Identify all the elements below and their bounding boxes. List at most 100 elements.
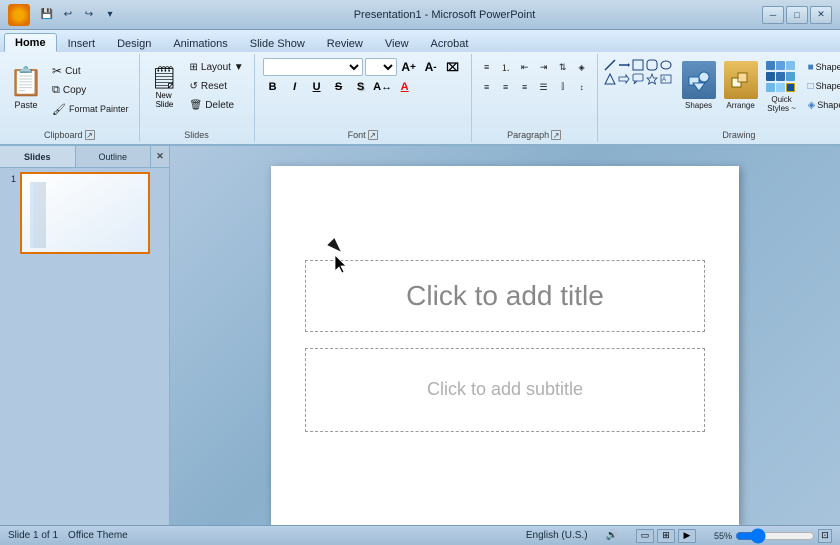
redo-button[interactable]: ↪ — [80, 6, 98, 24]
zoom-slider[interactable] — [735, 531, 815, 541]
clipboard-label: Clipboard — [44, 130, 83, 140]
line-shape[interactable] — [604, 59, 616, 71]
slides-tab[interactable]: Slides — [0, 146, 76, 167]
ribbon: 📋 Paste ✂Cut ⧉Copy 🖌Format Painter Clipb… — [0, 52, 840, 146]
font-dialog-launcher[interactable]: ↗ — [368, 130, 378, 140]
tab-animations[interactable]: Animations — [162, 34, 238, 52]
shape-effects-button[interactable]: ◈ Shape Eff... ▾ — [804, 96, 840, 114]
quick-access-dropdown[interactable]: ▾ — [101, 6, 119, 24]
font-family-select[interactable] — [263, 58, 363, 76]
new-slide-button[interactable]: 🗒 NewSlide — [146, 62, 184, 110]
slides-label: Slides — [184, 130, 209, 140]
slide-panel: Slides Outline ✕ 1 — [0, 146, 170, 545]
shapes-label: Shapes — [685, 101, 712, 110]
canvas-area: Click to add title Click to add subtitle — [170, 146, 840, 545]
line-spacing-button[interactable]: ↕ — [573, 78, 591, 96]
paste-button[interactable]: 📋 Paste — [6, 58, 46, 116]
convert-smartart-button[interactable]: ◈ — [573, 58, 591, 76]
tab-view[interactable]: View — [374, 34, 420, 52]
undo-button[interactable]: ↩ — [59, 6, 77, 24]
format-painter-button[interactable]: 🖌Format Painter — [48, 100, 133, 118]
font-color-button[interactable]: A — [395, 78, 415, 96]
rounded-rect-shape[interactable] — [646, 59, 658, 71]
window-controls: ─ □ ✕ — [762, 6, 832, 24]
text-direction-button[interactable]: ⇅ — [554, 58, 572, 76]
arrange-button[interactable]: Arrange — [722, 58, 760, 113]
increase-font-size-button[interactable]: A+ — [399, 58, 419, 76]
rt-arrow-shape[interactable] — [618, 73, 630, 85]
reset-button[interactable]: ↺Reset — [186, 77, 248, 95]
quick-styles-label: Quick Styles ~ — [767, 95, 797, 113]
numbering-button[interactable]: ⒈ — [497, 58, 515, 76]
slide-count-label: Slide 1 of 1 — [8, 530, 58, 541]
callout-shape[interactable] — [632, 73, 644, 85]
shape-outline-button[interactable]: □ Shape O... ▾ — [804, 77, 840, 95]
text-shadow-button[interactable]: S — [351, 78, 371, 96]
textbox-shape[interactable]: A — [660, 73, 672, 85]
drawing-group: A Shapes — [598, 54, 840, 142]
slides-group: 🗒 NewSlide ⊞Layout ▼ ↺Reset 🗑Delete — [140, 54, 255, 142]
tab-review[interactable]: Review — [316, 34, 374, 52]
clear-formatting-button[interactable]: ⌧ — [443, 58, 463, 76]
slide-sorter-button[interactable]: ⊞ — [657, 529, 675, 543]
title-placeholder[interactable]: Click to add title — [305, 260, 705, 332]
decrease-indent-button[interactable]: ⇤ — [516, 58, 534, 76]
fit-to-window-button[interactable]: ⊡ — [818, 529, 832, 543]
title-placeholder-text: Click to add title — [406, 280, 604, 312]
decrease-font-size-button[interactable]: A- — [421, 58, 441, 76]
tab-home[interactable]: Home — [4, 33, 57, 52]
triangle-shape[interactable] — [604, 73, 616, 85]
star-shape[interactable] — [646, 73, 658, 85]
slideshow-button[interactable]: ▶ — [678, 529, 696, 543]
normal-view-button[interactable]: ▭ — [636, 529, 654, 543]
tab-design[interactable]: Design — [106, 34, 162, 52]
clipboard-dialog-launcher[interactable]: ↗ — [85, 130, 95, 140]
tab-slideshow[interactable]: Slide Show — [239, 34, 316, 52]
align-right-button[interactable]: ≡ — [516, 78, 534, 96]
subtitle-placeholder-text: Click to add subtitle — [427, 379, 583, 400]
save-button[interactable]: 💾 — [38, 6, 56, 24]
shape-options: ■ Shape Fill ▾ □ Shape O... ▾ ◈ Shape Ef… — [804, 58, 840, 114]
minimize-button[interactable]: ─ — [762, 6, 784, 24]
tab-insert[interactable]: Insert — [57, 34, 107, 52]
align-left-button[interactable]: ≡ — [478, 78, 496, 96]
strikethrough-button[interactable]: S — [329, 78, 349, 96]
bold-button[interactable]: B — [263, 78, 283, 96]
panel-close-button[interactable]: ✕ — [151, 146, 169, 167]
align-center-button[interactable]: ≡ — [497, 78, 515, 96]
character-spacing-button[interactable]: A↔ — [373, 78, 393, 96]
arrange-label: Arrange — [726, 101, 754, 110]
paragraph-label: Paragraph — [507, 130, 549, 140]
zoom-level: 55% — [714, 531, 732, 541]
oval-shape[interactable] — [660, 59, 672, 71]
subtitle-placeholder[interactable]: Click to add subtitle — [305, 348, 705, 432]
slide-thumbnail-1: 1 — [4, 172, 165, 254]
tab-acrobat[interactable]: Acrobat — [420, 34, 480, 52]
rect-shape[interactable] — [632, 59, 644, 71]
shape-fill-button[interactable]: ■ Shape Fill ▾ — [804, 58, 840, 76]
justify-button[interactable]: ☰ — [535, 78, 553, 96]
arrow-shape[interactable] — [618, 59, 630, 71]
slide-preview[interactable] — [20, 172, 150, 254]
quick-styles-button[interactable]: Quick Styles ~ — [764, 58, 800, 116]
underline-button[interactable]: U — [307, 78, 327, 96]
font-size-select[interactable] — [365, 58, 397, 76]
increase-indent-button[interactable]: ⇥ — [535, 58, 553, 76]
columns-button[interactable]: ⫿ — [554, 78, 572, 96]
outline-tab[interactable]: Outline — [76, 146, 152, 167]
cut-button[interactable]: ✂Cut — [48, 62, 133, 80]
clipboard-group: 📋 Paste ✂Cut ⧉Copy 🖌Format Painter Clipb… — [0, 54, 140, 142]
ribbon-tabs: Home Insert Design Animations Slide Show… — [0, 30, 840, 52]
restore-button[interactable]: □ — [786, 6, 808, 24]
bullets-button[interactable]: ≡ — [478, 58, 496, 76]
shapes-button[interactable]: Shapes — [680, 58, 718, 113]
office-logo-icon — [8, 4, 30, 26]
layout-button[interactable]: ⊞Layout ▼ — [186, 58, 248, 76]
italic-button[interactable]: I — [285, 78, 305, 96]
paragraph-group: ≡ ⒈ ⇤ ⇥ ⇅ ◈ ≡ ≡ ≡ ☰ ⫿ ↕ Paragraph ↗ — [472, 54, 598, 142]
copy-button[interactable]: ⧉Copy — [48, 81, 133, 99]
delete-button[interactable]: 🗑Delete — [186, 96, 248, 114]
slide-canvas: Click to add title Click to add subtitle — [271, 166, 739, 526]
close-button[interactable]: ✕ — [810, 6, 832, 24]
paragraph-dialog-launcher[interactable]: ↗ — [551, 130, 561, 140]
